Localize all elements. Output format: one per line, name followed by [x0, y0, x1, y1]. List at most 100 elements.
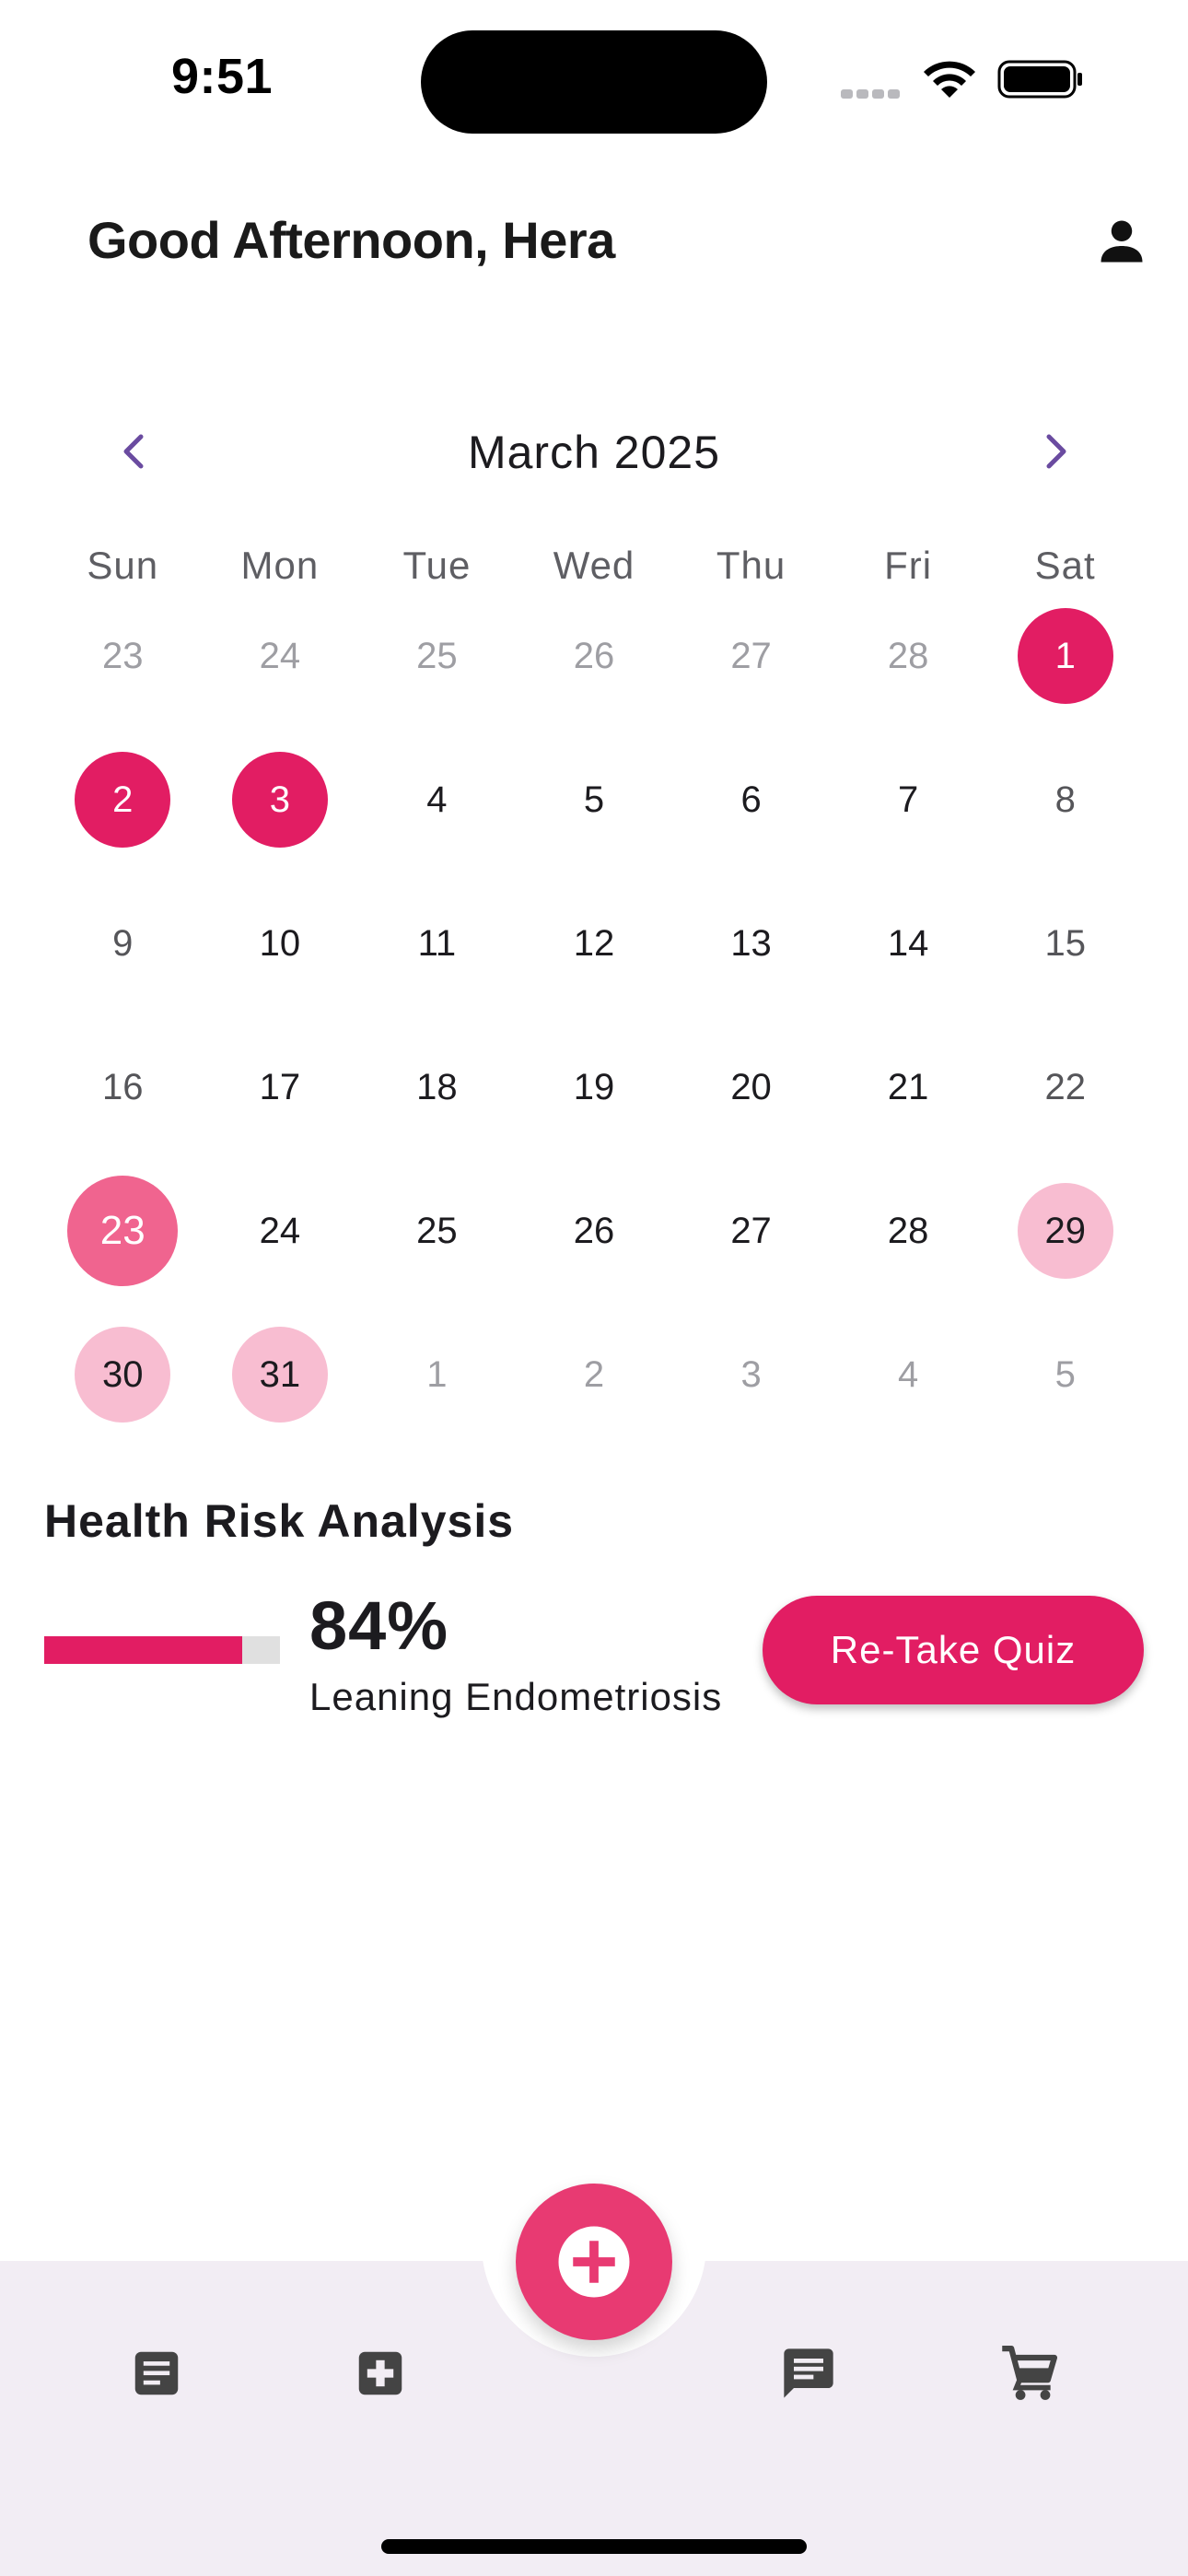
calendar-day-cell[interactable]: 4: [358, 728, 516, 872]
calendar-day-cell[interactable]: 1: [986, 584, 1144, 728]
calendar-day-grid: 23 24 25 26 27 28 1 2 3 4 5 6 7 8 9 10 11 12 13 14 15 16 17 18 1…: [44, 584, 1144, 1446]
weekday-label: Thu: [716, 544, 786, 587]
calendar-day-cell[interactable]: 19: [516, 1015, 673, 1159]
calendar-day-cell[interactable]: 3: [202, 728, 359, 872]
add-circle-icon: [558, 2226, 630, 2298]
cellular-signal-icon: [841, 87, 905, 99]
risk-progress-fill: [44, 1636, 243, 1664]
calendar-day-number: 19: [573, 1066, 615, 1107]
calendar-day-cell[interactable]: 7: [830, 728, 987, 872]
calendar-day-cell[interactable]: 13: [672, 872, 830, 1015]
weekday-label: Mon: [240, 544, 320, 587]
calendar-day-cell[interactable]: 9: [44, 872, 202, 1015]
calendar-day-cell[interactable]: 4: [830, 1303, 987, 1446]
calendar-weekday-row: Sun Mon Tue Wed Thu Fri Sat: [44, 544, 1144, 588]
calendar-day-cell[interactable]: 26: [516, 584, 673, 728]
calendar-day-cell[interactable]: 2: [44, 728, 202, 872]
calendar-day-cell[interactable]: 27: [672, 1159, 830, 1303]
calendar-day-number: 3: [740, 1353, 762, 1395]
retake-quiz-button[interactable]: Re-Take Quiz: [763, 1596, 1144, 1704]
calendar-day-number: 9: [112, 922, 134, 964]
calendar-day-cell[interactable]: 23: [44, 1159, 202, 1303]
calendar-day-number: 16: [102, 1066, 144, 1107]
calendar-day-cell[interactable]: 24: [202, 584, 359, 728]
calendar-day-cell[interactable]: 3: [672, 1303, 830, 1446]
calendar-day-number: 14: [887, 922, 929, 964]
calendar-day-cell[interactable]: 24: [202, 1159, 359, 1303]
health-risk-title: Health Risk Analysis: [44, 1495, 515, 1547]
calendar-day-cell[interactable]: 11: [358, 872, 516, 1015]
calendar-day-cell[interactable]: 23: [44, 584, 202, 728]
calendar-day-cell[interactable]: 31: [202, 1303, 359, 1446]
weekday-label: Tue: [402, 544, 472, 587]
calendar-day-cell[interactable]: 10: [202, 872, 359, 1015]
calendar-day-cell[interactable]: 22: [986, 1015, 1144, 1159]
profile-button[interactable]: [1089, 208, 1155, 275]
article-icon: [134, 2351, 179, 2395]
calendar-day-number: 18: [416, 1066, 458, 1107]
calendar-day-cell[interactable]: 5: [986, 1303, 1144, 1446]
app-screen: 9:51 Good Afternoon, Hera March 2025 Sun…: [0, 0, 1188, 2576]
calendar-day-cell[interactable]: 2: [516, 1303, 673, 1446]
calendar-month-title: March 2025: [467, 427, 721, 478]
calendar-day-number: 8: [1054, 779, 1076, 820]
calendar-day-number: 24: [259, 635, 301, 676]
calendar-day-number: 2: [583, 1353, 605, 1395]
weekday-label: Wed: [553, 544, 635, 587]
calendar-day-number: 5: [1054, 1353, 1076, 1395]
chat-icon: [784, 2348, 833, 2398]
calendar-day-number: 25: [416, 1210, 458, 1251]
calendar-day-cell[interactable]: 30: [44, 1303, 202, 1446]
home-indicator: [381, 2539, 807, 2554]
calendar-day-cell[interactable]: 8: [986, 728, 1144, 872]
calendar-day-cell[interactable]: 16: [44, 1015, 202, 1159]
status-time: 9:51: [171, 49, 274, 104]
calendar-day-number: 13: [730, 922, 772, 964]
calendar-day-number: 27: [730, 635, 772, 676]
calendar-day-number: 1: [426, 1353, 448, 1395]
calendar-day-cell[interactable]: 1: [358, 1303, 516, 1446]
calendar-day-number: 22: [1044, 1066, 1086, 1107]
calendar-day-number: 6: [740, 779, 762, 820]
risk-progress-bar: [44, 1636, 280, 1664]
calendar-day-cell[interactable]: 21: [830, 1015, 987, 1159]
calendar-day-number: 26: [573, 635, 615, 676]
calendar-day-number: 1: [1017, 608, 1113, 704]
calendar-day-cell[interactable]: 15: [986, 872, 1144, 1015]
calendar-day-cell[interactable]: 5: [516, 728, 673, 872]
calendar-day-cell[interactable]: 26: [516, 1159, 673, 1303]
calendar-day-number: 10: [259, 922, 301, 964]
chevron-right-icon: [1046, 434, 1066, 469]
calendar-day-cell[interactable]: 17: [202, 1015, 359, 1159]
weekday-label: Fri: [884, 544, 933, 587]
nav-chat-button[interactable]: [775, 2340, 842, 2406]
person-icon: [1101, 220, 1143, 263]
calendar-day-cell[interactable]: 29: [986, 1159, 1144, 1303]
calendar-next-button[interactable]: [1024, 419, 1089, 484]
weekday-label: Sun: [87, 544, 159, 587]
calendar-day-number: 2: [75, 752, 171, 848]
calendar-day-cell[interactable]: 25: [358, 1159, 516, 1303]
calendar-day-number: 31: [231, 1327, 328, 1423]
battery-icon: [997, 60, 1082, 99]
calendar-day-cell[interactable]: 25: [358, 584, 516, 728]
calendar-day-cell[interactable]: 27: [672, 584, 830, 728]
calendar-day-number: 11: [417, 922, 457, 964]
calendar-day-number: 12: [573, 922, 615, 964]
calendar-day-number: 15: [1044, 922, 1086, 964]
calendar-day-number: 28: [887, 635, 929, 676]
calendar-day-cell[interactable]: 20: [672, 1015, 830, 1159]
calendar-day-cell[interactable]: 12: [516, 872, 673, 1015]
calendar-day-number: 27: [730, 1210, 772, 1251]
calendar-day-cell[interactable]: 6: [672, 728, 830, 872]
calendar-day-cell[interactable]: 28: [830, 1159, 987, 1303]
nav-medical-button[interactable]: [347, 2340, 413, 2406]
nav-articles-button[interactable]: [123, 2340, 190, 2406]
nav-cart-button[interactable]: [996, 2340, 1063, 2406]
calendar-day-cell[interactable]: 18: [358, 1015, 516, 1159]
calendar-day-number: 7: [898, 779, 919, 820]
calendar-day-cell[interactable]: 28: [830, 584, 987, 728]
calendar-day-cell[interactable]: 14: [830, 872, 987, 1015]
calendar-day-number: 26: [573, 1210, 615, 1251]
add-fab-button[interactable]: [516, 2184, 672, 2340]
